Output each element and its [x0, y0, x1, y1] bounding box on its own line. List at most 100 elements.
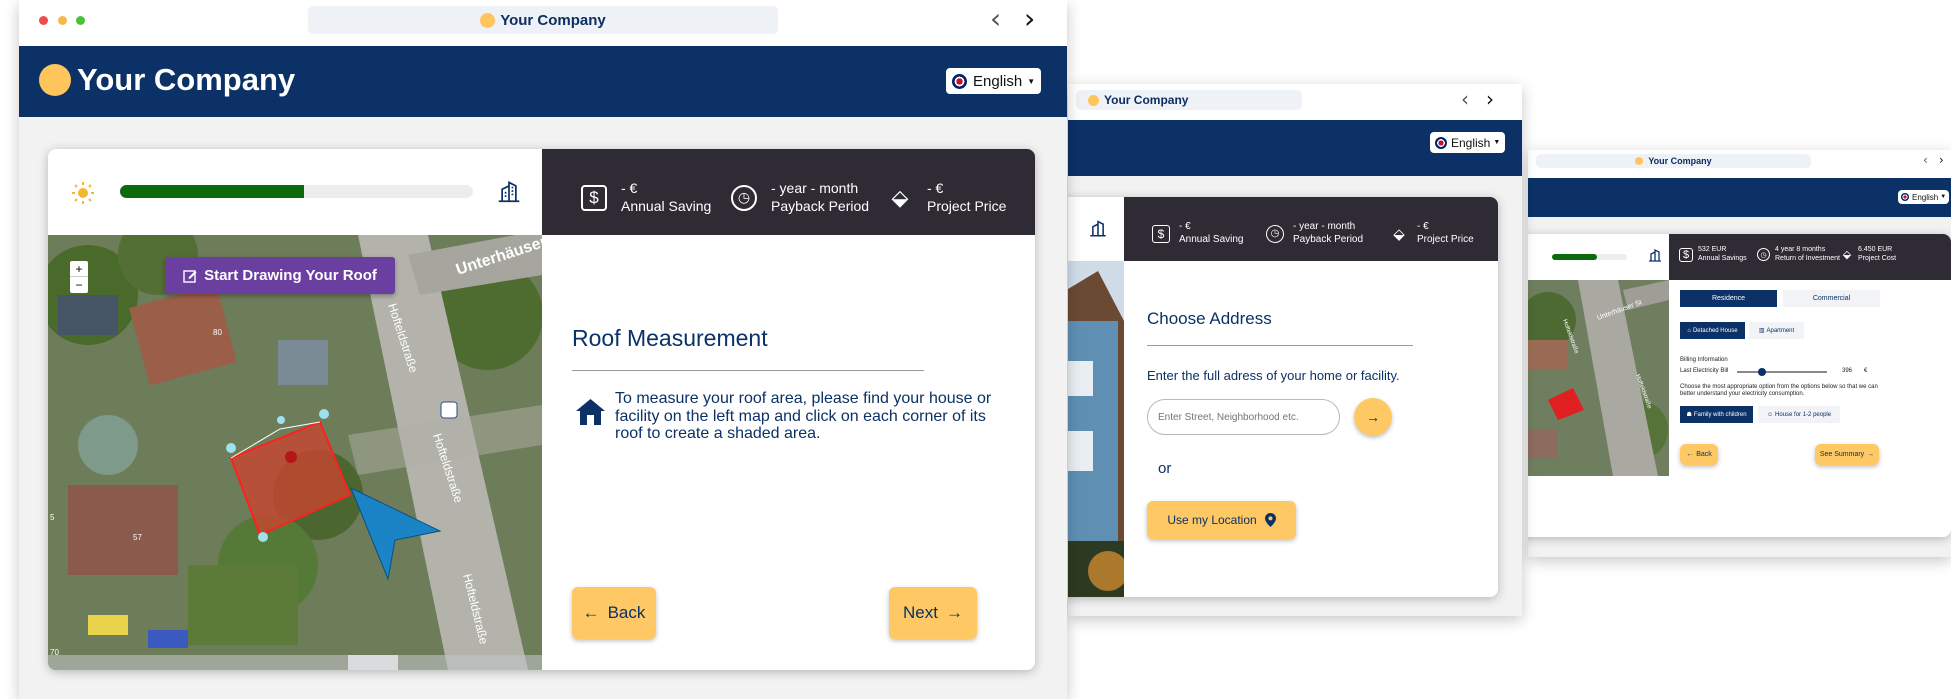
- metrics-bar: $ 532 EUR Annual Savings ◷ 4 year 8 mont…: [1669, 234, 1951, 280]
- house-image: [1068, 261, 1124, 597]
- url-bar[interactable]: Your Company: [1076, 90, 1302, 110]
- or-text: or: [1158, 460, 1172, 477]
- tab-residence[interactable]: Residence: [1680, 290, 1777, 307]
- bill-label: Last Electricity Bill: [1680, 368, 1729, 374]
- see-summary-button[interactable]: See Summary →: [1815, 444, 1879, 465]
- uk-flag-icon: [952, 73, 967, 89]
- instructions-text: To measure your roof area, please find y…: [615, 390, 992, 443]
- language-select[interactable]: English ▼: [946, 68, 1042, 94]
- page-title: Choose Address: [1147, 309, 1272, 328]
- maximize-dot[interactable]: [76, 16, 85, 25]
- price-label: Project Price: [927, 197, 1007, 214]
- calculator-card: $ - € Annual Saving ◷ - year - month Pay…: [48, 149, 1035, 670]
- house-number: 70: [50, 648, 59, 657]
- zoom-in-button[interactable]: +: [70, 261, 88, 277]
- detached-house-button[interactable]: ⌂ Detached House: [1680, 322, 1745, 339]
- apartment-label: Apartment: [1766, 327, 1795, 334]
- tag-icon: ⬙: [1393, 225, 1405, 243]
- zoom-out-button[interactable]: −: [70, 277, 88, 293]
- metric-project-cost: ⬙ 6.450 EUR Project Cost: [1841, 246, 1896, 264]
- tag-icon: ⬙: [1842, 249, 1852, 262]
- small-house-button[interactable]: ☺ House for 1-2 people: [1758, 406, 1840, 423]
- back-button[interactable]: ← Back: [1680, 444, 1718, 465]
- satellite-map[interactable]: Unterhäuser St Hofteldstraße Hofteldstra…: [1528, 280, 1669, 476]
- arrow-left-icon: ←: [582, 603, 600, 622]
- home-icon: [576, 399, 605, 425]
- saving-label: Annual Savings: [1698, 254, 1747, 262]
- bill-slider[interactable]: [1737, 368, 1827, 376]
- window-household: Your Company ‹ › English ▼ $ 532 EUR Ann…: [1528, 150, 1951, 557]
- forward-arrow-icon[interactable]: ›: [1486, 87, 1494, 111]
- clock-icon: ◷: [1757, 248, 1770, 262]
- payback-label: Payback Period: [771, 197, 870, 214]
- building-icon: [1649, 248, 1661, 262]
- header-bar: English ▼: [1068, 120, 1522, 176]
- clock-icon: ◷: [1266, 224, 1284, 243]
- apartment-icon: ▥: [1758, 328, 1765, 334]
- saving-value: - €: [621, 180, 638, 196]
- bill-slider-knob[interactable]: [1758, 368, 1767, 376]
- family-icon: ☗: [1686, 412, 1692, 418]
- metric-payback: ◷ - year - month Payback Period: [731, 180, 869, 215]
- tab-commercial[interactable]: Commercial: [1783, 290, 1880, 307]
- money-icon: $: [1679, 247, 1693, 262]
- metric-payback: ◷ - year - month Payback Period: [1266, 221, 1363, 246]
- house-number: 5: [50, 513, 55, 522]
- consumption-help: Choose the most appropriate option from …: [1680, 384, 1878, 398]
- language-select[interactable]: English ▼: [1430, 132, 1506, 153]
- metrics-bar: $ - € Annual Saving ◷ - year - month Pay…: [542, 149, 1035, 235]
- use-my-location-button[interactable]: Use my Location: [1147, 501, 1296, 539]
- house-number: 57: [133, 533, 142, 542]
- url-bar[interactable]: Your Company: [308, 6, 778, 34]
- bill-value: 396: [1842, 368, 1853, 374]
- language-select[interactable]: English ▼: [1898, 190, 1950, 204]
- start-drawing-button[interactable]: Start Drawing Your Roof: [165, 257, 395, 294]
- back-button[interactable]: ← Back: [572, 587, 656, 639]
- next-button[interactable]: Next →: [889, 587, 977, 639]
- address-panel: Choose Address Enter the full adress of …: [1124, 261, 1498, 597]
- address-submit-button[interactable]: →: [1354, 398, 1392, 436]
- apartment-button[interactable]: ▥ Apartment: [1749, 322, 1804, 339]
- address-prompt: Enter the full adress of your home or fa…: [1147, 368, 1400, 383]
- company-logo: Your Company: [39, 62, 295, 98]
- logo-sun-icon: [1088, 94, 1099, 106]
- edit-icon: [183, 269, 197, 283]
- progress-track: [120, 185, 473, 198]
- family-button[interactable]: ☗ Family with children: [1680, 406, 1753, 423]
- header-bar: English ▼: [1528, 178, 1951, 217]
- payback-value: - year - month: [771, 180, 859, 196]
- close-dot[interactable]: [39, 16, 48, 25]
- zoom-controls: + −: [70, 261, 88, 293]
- back-label: Back: [607, 603, 646, 622]
- url-bar[interactable]: Your Company: [1536, 154, 1811, 168]
- arrow-right-icon: →: [945, 603, 963, 622]
- calculator-card: $ - € Annual Saving ◷ - year - month Pay…: [1068, 197, 1498, 597]
- people-icon: ☺: [1766, 411, 1774, 418]
- small-house-label: House for 1-2 people: [1775, 411, 1832, 418]
- page-title: Roof Measurement: [572, 325, 768, 351]
- forward-arrow-icon[interactable]: ›: [1024, 2, 1035, 35]
- metric-annual-savings: $ 532 EUR Annual Savings: [1679, 246, 1747, 264]
- back-arrow-icon[interactable]: ‹: [1461, 87, 1469, 111]
- billing-heading: Billing Information: [1680, 357, 1728, 363]
- window-address: Your Company ‹ › English ▼ $ - € Annual …: [1068, 84, 1522, 616]
- house-number: 80: [213, 328, 222, 337]
- metric-annual-saving: $ - € Annual Saving: [1152, 221, 1244, 246]
- satellite-map[interactable]: Unterhäuser St Hofteldstraße Hofteldstra…: [48, 235, 542, 670]
- chevron-down-icon: ▼: [1493, 139, 1501, 146]
- price-value: - €: [1417, 221, 1429, 232]
- url-text: Your Company: [500, 11, 606, 29]
- back-arrow-icon[interactable]: ‹: [990, 2, 1001, 35]
- metric-roi: ◷ 4 year 8 months Return of Investment: [1757, 246, 1840, 264]
- address-input[interactable]: [1147, 399, 1340, 435]
- url-text: Your Company: [1648, 156, 1712, 166]
- location-label: Use my Location: [1167, 513, 1257, 527]
- forward-arrow-icon[interactable]: ›: [1939, 153, 1944, 167]
- house-icon: ⌂: [1687, 327, 1691, 334]
- minimize-dot[interactable]: [58, 16, 67, 25]
- back-arrow-icon[interactable]: ‹: [1923, 153, 1928, 167]
- chevron-down-icon: ▼: [1027, 76, 1036, 86]
- url-text: Your Company: [1104, 93, 1189, 107]
- browser-chrome: Your Company ‹ ›: [1068, 84, 1522, 120]
- saving-value: 532 EUR: [1698, 246, 1727, 253]
